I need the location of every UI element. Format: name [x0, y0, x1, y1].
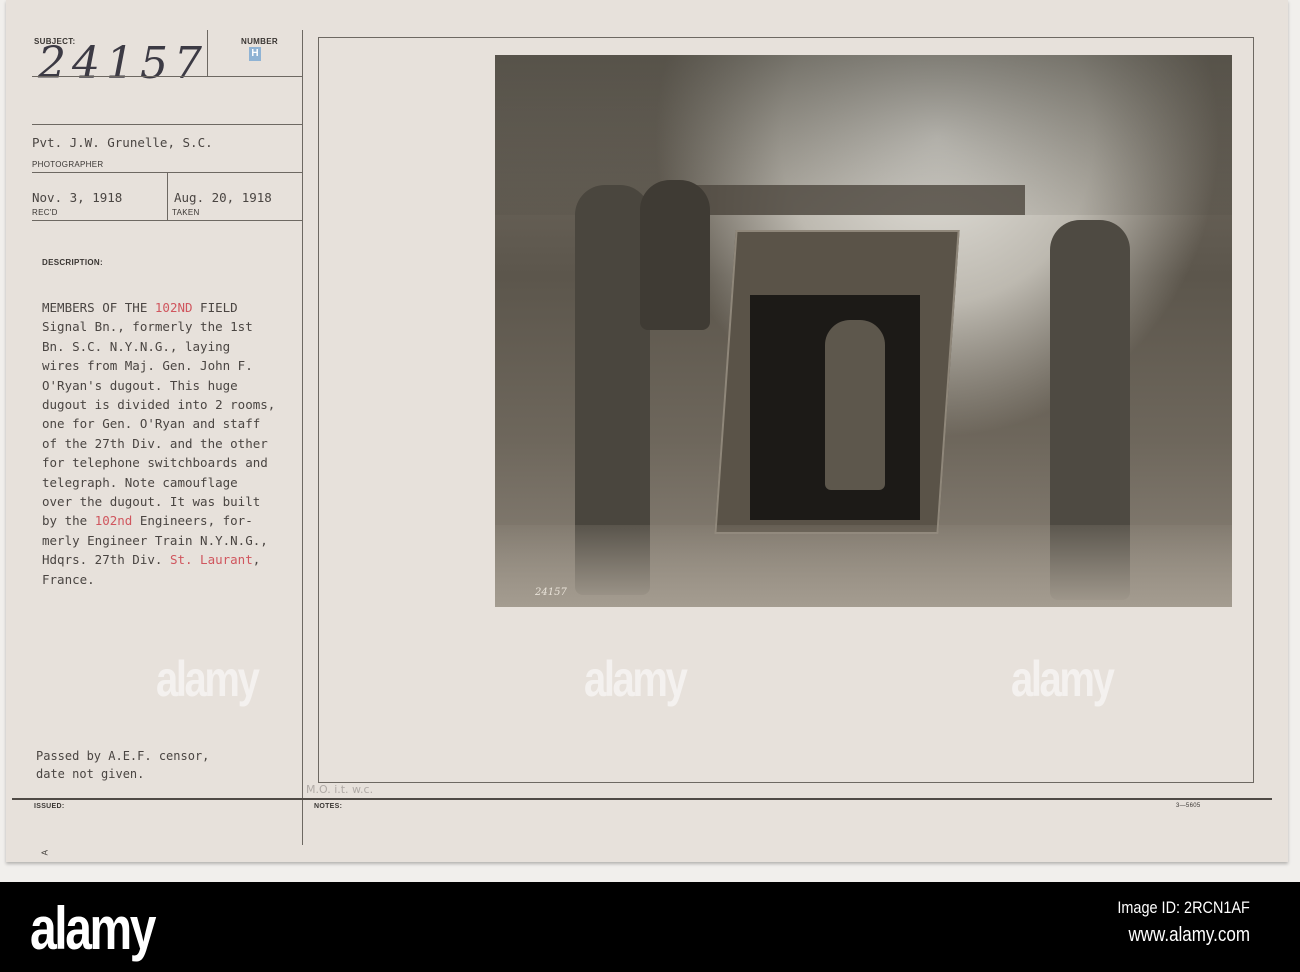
description-line: Signal Bn., formerly the 1st	[42, 317, 275, 336]
site-url[interactable]: www.alamy.com	[1128, 924, 1250, 947]
photo-negative-number: 24157	[535, 587, 567, 598]
description-segment: MEMBERS OF THE	[42, 300, 155, 315]
description-segment: France.	[42, 571, 95, 587]
image-id: Image ID: 2RCN1AF	[1117, 898, 1250, 917]
notes-label: NOTES:	[314, 803, 343, 810]
description-segment: of the 27th Div. and the other	[42, 435, 268, 451]
photographer-name: Pvt. J.W. Grunelle, S.C.	[32, 135, 213, 150]
subject-number: 24157	[38, 38, 208, 89]
description-line: telegraph. Note camouflage	[42, 473, 275, 492]
description-segment: telegraph. Note camouflage	[42, 474, 238, 490]
description-segment: over the dugout. It was built	[42, 494, 261, 510]
number-label: NUMBER	[241, 37, 278, 46]
censor-note: Passed by A.E.F. censor, date not given.	[36, 747, 209, 783]
description-line: France.	[42, 570, 275, 589]
description-line: O'Ryan's dugout. This huge	[42, 376, 275, 395]
description-segment: Engineers, for-	[132, 513, 253, 529]
soldier-in-dugout	[825, 320, 885, 490]
description-line: Bn. S.C. N.Y.N.G., laying	[42, 337, 275, 356]
highlighted-text: 102nd	[94, 513, 133, 529]
description-segment: Bn. S.C. N.Y.N.G., laying	[42, 338, 231, 354]
description-line: Hdqrs. 27th Div. St. Laurant,	[42, 550, 275, 569]
corner-mark: A	[40, 849, 50, 856]
number-stamp: H	[249, 47, 261, 61]
received-label: REC'D	[32, 208, 58, 217]
taken-date: Aug. 20, 1918	[174, 190, 272, 205]
pencil-note: M.O. i.t. w.c.	[306, 783, 374, 796]
description-segment: one for Gen. O'Ryan and staff	[42, 416, 261, 432]
description-segment: for telephone switchboards and	[42, 455, 268, 471]
description-line: wires from Maj. Gen. John F.	[42, 356, 275, 375]
footer-bar: alamy Image ID: 2RCN1AF www.alamy.com	[0, 882, 1300, 972]
description-segment: O'Ryan's dugout. This huge	[42, 377, 238, 393]
alamy-logo[interactable]: alamy	[30, 894, 157, 963]
description-line: for telephone switchboards and	[42, 453, 275, 472]
photograph: 24157	[495, 55, 1232, 607]
description-line: one for Gen. O'Ryan and staff	[42, 414, 275, 433]
highlighted-text: St. Laurant	[169, 552, 253, 568]
photographer-label: PHOTOGRAPHER	[32, 160, 104, 169]
description-segment: FIELD	[192, 300, 238, 315]
description-segment: Signal Bn., formerly the 1st	[42, 319, 253, 335]
description-text: MEMBERS OF THE 102ND FIELD Signal Bn., fo…	[42, 298, 275, 589]
description-segment: ,	[252, 552, 261, 568]
watermark: alamy	[156, 651, 260, 707]
description-segment: dugout is divided into 2 rooms,	[42, 397, 276, 413]
description-segment: wires from Maj. Gen. John F.	[42, 358, 253, 374]
description-line: by the 102nd Engineers, for-	[42, 511, 275, 530]
description-segment: merly Engineer Train N.Y.N.G.,	[42, 532, 268, 548]
description-segment: by the	[42, 513, 95, 529]
highlighted-text: 102ND	[154, 300, 193, 315]
censor-line-1: Passed by A.E.F. censor,	[36, 749, 210, 763]
taken-label: TAKEN	[172, 208, 200, 217]
form-number: 3—5605	[1176, 803, 1201, 809]
description-line: merly Engineer Train N.Y.N.G.,	[42, 531, 275, 550]
archival-photo-card: SUBJECT: 24157 NUMBER H Pvt. J.W. Grunel…	[6, 0, 1288, 862]
soldier-crouching	[640, 180, 710, 330]
description-label: DESCRIPTION:	[42, 258, 103, 267]
camouflage-net	[695, 185, 1025, 215]
description-line: of the 27th Div. and the other	[42, 434, 275, 453]
received-date: Nov. 3, 1918	[32, 190, 123, 205]
description-line: dugout is divided into 2 rooms,	[42, 395, 275, 414]
censor-line-2: date not given.	[36, 767, 145, 781]
description-segment: Hdqrs. 27th Div.	[42, 552, 170, 568]
description-line: over the dugout. It was built	[42, 492, 275, 511]
issued-label: ISSUED:	[34, 803, 65, 810]
description-line: MEMBERS OF THE 102ND FIELD	[42, 298, 275, 317]
